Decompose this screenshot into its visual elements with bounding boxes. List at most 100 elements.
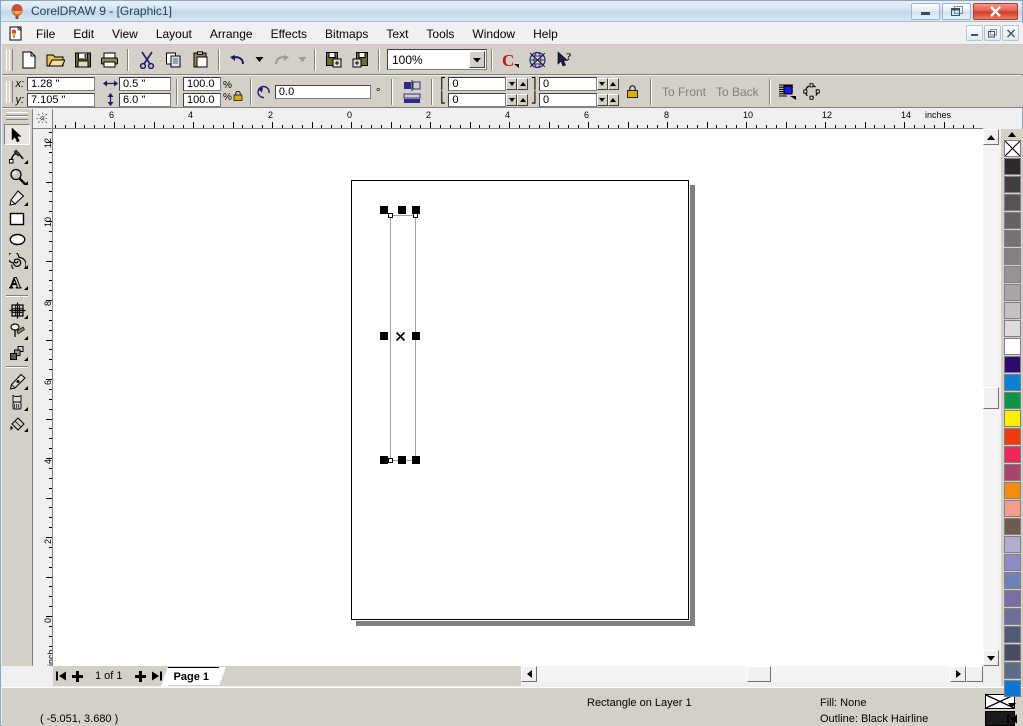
menu-item-layout[interactable]: Layout bbox=[147, 25, 201, 43]
vertical-scroll-thumb[interactable] bbox=[983, 387, 999, 409]
menu-item-edit[interactable]: Edit bbox=[64, 25, 103, 43]
scroll-left-button[interactable] bbox=[521, 666, 537, 682]
toolbar-grip[interactable] bbox=[5, 48, 13, 72]
zoom-tool-flyout-icon[interactable] bbox=[24, 181, 28, 185]
polygon-tool-flyout-icon[interactable] bbox=[24, 265, 28, 269]
outline-tool-flyout-icon[interactable] bbox=[24, 386, 28, 390]
padlock-icon[interactable] bbox=[233, 90, 243, 104]
freehand-tool[interactable] bbox=[4, 187, 30, 208]
selection-handle-top-center[interactable] bbox=[398, 206, 406, 214]
shape-tool[interactable] bbox=[4, 145, 30, 166]
palette-expand-button[interactable] bbox=[1004, 713, 1020, 725]
menu-item-text[interactable]: Text bbox=[377, 25, 417, 43]
palette-swatch-29[interactable] bbox=[1004, 662, 1021, 679]
palette-swatch-20[interactable] bbox=[1004, 500, 1021, 517]
mdi-close-button[interactable] bbox=[1002, 25, 1019, 41]
round-corner-bottom-right-input[interactable]: 0 bbox=[538, 92, 597, 107]
property-bar-grip[interactable] bbox=[5, 80, 13, 104]
mirror-vertical-icon[interactable] bbox=[401, 92, 423, 105]
palette-swatch-4[interactable] bbox=[1004, 212, 1021, 229]
fill-tool[interactable] bbox=[4, 392, 30, 413]
text-tool[interactable]: A bbox=[4, 271, 30, 292]
y-position-input[interactable]: 7.105 " bbox=[27, 92, 95, 107]
application-launcher-button[interactable]: C bbox=[498, 48, 523, 72]
freehand-tool-flyout-icon[interactable] bbox=[24, 202, 28, 206]
redo-button[interactable] bbox=[268, 48, 293, 72]
horizontal-scrollbar[interactable] bbox=[521, 666, 983, 682]
round-bl-down-button[interactable] bbox=[506, 93, 518, 106]
selection-handle-middle-left[interactable] bbox=[380, 332, 388, 340]
to-back-button[interactable]: To Back bbox=[711, 85, 764, 99]
scroll-down-button[interactable] bbox=[983, 650, 999, 666]
export-button[interactable] bbox=[348, 48, 373, 72]
scale-vertical-input[interactable]: 100.0 bbox=[183, 92, 221, 107]
mdi-minimize-button[interactable] bbox=[966, 25, 983, 41]
selection-handle-bottom-left[interactable] bbox=[380, 456, 388, 464]
width-input[interactable]: 0.5 " bbox=[119, 76, 171, 91]
rectangle-tool[interactable] bbox=[4, 208, 30, 229]
paste-button[interactable] bbox=[188, 48, 213, 72]
horizontal-scroll-track[interactable] bbox=[537, 666, 950, 682]
horizontal-ruler[interactable]: 6 4 2 0 2 4 6 8 10 12 14 inches bbox=[53, 109, 983, 129]
selection-handle-bottom-right[interactable] bbox=[412, 456, 420, 464]
interactive-fill-flyout-icon[interactable] bbox=[24, 428, 28, 432]
scroll-right-button[interactable] bbox=[950, 666, 966, 682]
height-input[interactable]: 6.0 " bbox=[119, 92, 171, 107]
palette-swatch-2[interactable] bbox=[1004, 176, 1021, 193]
zoom-level-combobox[interactable]: 100% bbox=[387, 49, 487, 70]
interactive-fill-tool[interactable] bbox=[4, 413, 30, 434]
mirror-horizontal-icon[interactable] bbox=[401, 79, 423, 92]
convert-curves-icon[interactable] bbox=[801, 81, 823, 103]
palette-swatch-19[interactable] bbox=[1004, 482, 1021, 499]
import-button[interactable] bbox=[321, 48, 346, 72]
palette-swatch-13[interactable] bbox=[1004, 374, 1021, 391]
horizontal-scroll-thumb[interactable] bbox=[747, 666, 771, 682]
palette-scroll-down-button[interactable] bbox=[1004, 700, 1020, 711]
text-wrap-icon[interactable] bbox=[777, 81, 799, 103]
menu-item-help[interactable]: Help bbox=[524, 25, 567, 43]
palette-swatch-26[interactable] bbox=[1004, 608, 1021, 625]
palette-swatch-14[interactable] bbox=[1004, 392, 1021, 409]
shape-tool-flyout-icon[interactable] bbox=[24, 160, 28, 164]
selection-handle-top-left[interactable] bbox=[380, 206, 388, 214]
palette-swatch-17[interactable] bbox=[1004, 446, 1021, 463]
interactive-blend-flyout-icon[interactable] bbox=[24, 315, 28, 319]
to-front-button[interactable]: To Front bbox=[657, 85, 711, 99]
round-br-up-button[interactable] bbox=[607, 93, 619, 106]
corel-online-button[interactable] bbox=[525, 48, 550, 72]
open-document-button[interactable] bbox=[43, 48, 68, 72]
menu-item-window[interactable]: Window bbox=[463, 25, 524, 43]
palette-swatch-21[interactable] bbox=[1004, 518, 1021, 535]
print-document-button[interactable] bbox=[97, 48, 122, 72]
round-corner-top-left-input[interactable]: 0 bbox=[448, 76, 507, 91]
polygon-tool[interactable] bbox=[4, 250, 30, 271]
undo-button[interactable] bbox=[225, 48, 250, 72]
palette-swatch-27[interactable] bbox=[1004, 626, 1021, 643]
chevron-down-icon[interactable] bbox=[469, 51, 485, 68]
ruler-origin-icon[interactable] bbox=[33, 109, 53, 129]
palette-swatch-12[interactable] bbox=[1004, 356, 1021, 373]
rotation-angle-input[interactable]: 0.0 bbox=[274, 84, 371, 99]
cut-button[interactable] bbox=[134, 48, 159, 72]
round-tl-up-button[interactable] bbox=[517, 77, 529, 90]
round-corners-together-padlock-icon[interactable] bbox=[622, 81, 644, 103]
save-document-button[interactable] bbox=[70, 48, 95, 72]
round-corner-top-right-input[interactable]: 0 bbox=[538, 76, 597, 91]
palette-swatch-30[interactable] bbox=[1004, 680, 1021, 697]
menu-item-effects[interactable]: Effects bbox=[262, 25, 316, 43]
vertical-ruler[interactable]: 12 10 8 6 4 2 0 bbox=[33, 129, 53, 666]
eyedropper-flyout-icon[interactable] bbox=[24, 336, 28, 340]
horizontal-scroll-corner[interactable] bbox=[966, 666, 983, 682]
document-icon[interactable] bbox=[5, 25, 27, 43]
menu-item-bitmaps[interactable]: Bitmaps bbox=[316, 25, 377, 43]
selection-handle-middle-right[interactable] bbox=[412, 332, 420, 340]
scroll-up-button[interactable] bbox=[983, 129, 999, 145]
round-tr-down-button[interactable] bbox=[596, 77, 608, 90]
toolbox-grip[interactable] bbox=[6, 111, 28, 121]
palette-swatch-no-color[interactable] bbox=[1004, 140, 1021, 157]
pick-tool[interactable] bbox=[4, 124, 30, 145]
first-page-icon[interactable] bbox=[53, 668, 69, 684]
close-button[interactable] bbox=[973, 3, 1018, 20]
redo-dropdown-button[interactable] bbox=[295, 48, 309, 72]
palette-swatch-15[interactable] bbox=[1004, 410, 1021, 427]
